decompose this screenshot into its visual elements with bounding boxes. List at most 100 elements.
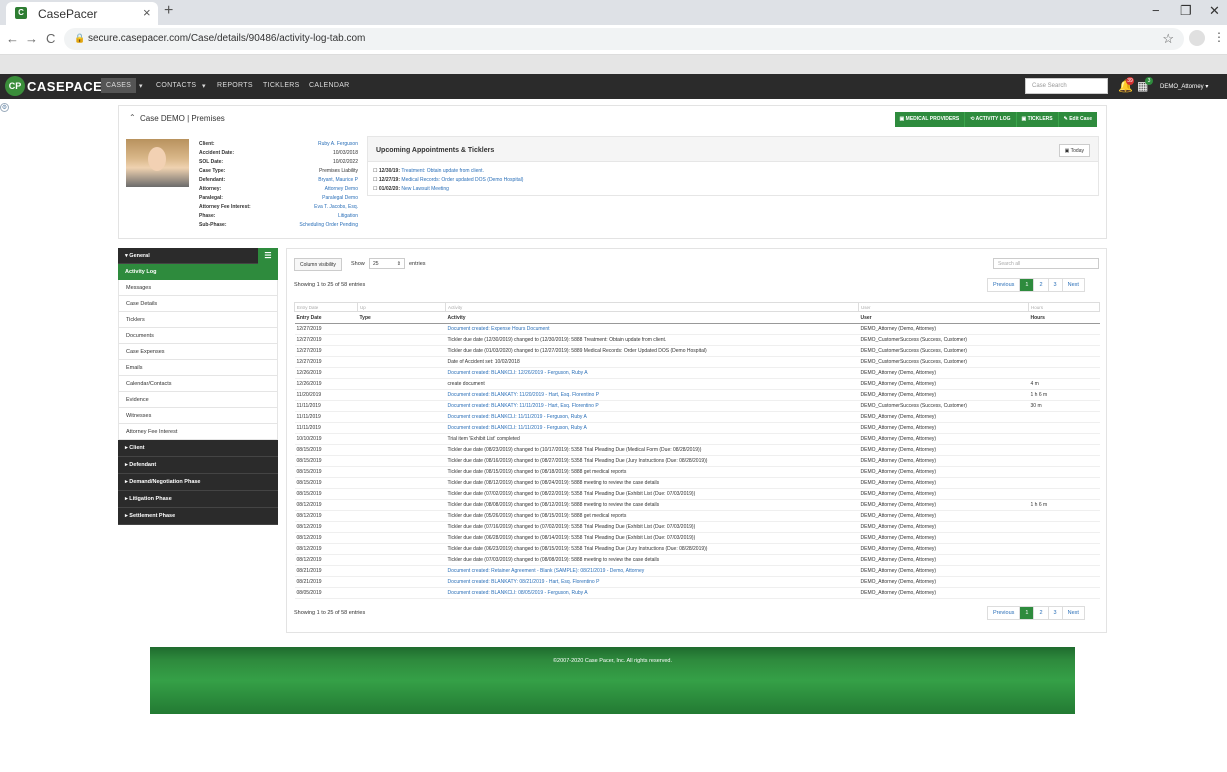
sidebar-section-litigation-phase[interactable]: ▸ Litigation Phase <box>118 491 278 508</box>
nav-cases[interactable]: CASES <box>101 78 137 93</box>
checkbox-icon[interactable]: ☐ <box>373 186 377 192</box>
page-3-button[interactable]: 3 <box>1049 607 1063 619</box>
nav-ticklers[interactable]: TICKLERS <box>263 82 300 89</box>
sidebar-item-documents[interactable]: Documents <box>118 328 278 344</box>
medical-providers-button[interactable]: ▣ MEDICAL PROVIDERS <box>895 112 966 127</box>
field-value[interactable]: Paralegal Demo <box>238 195 358 201</box>
maximize-icon[interactable]: ❐ <box>1180 3 1192 19</box>
back-icon[interactable]: ← <box>6 31 19 46</box>
sidebar-item-attorney-fee-interest[interactable]: Attorney Fee Interest <box>118 424 278 440</box>
activity-cell[interactable]: Document created: BLANKCLI: 08/05/2019 -… <box>445 587 859 599</box>
filter-entry-date-input[interactable]: Entry Date <box>294 302 358 312</box>
sidebar-item-messages[interactable]: Messages <box>118 280 278 296</box>
ticklers-button[interactable]: ▣ TICKLERS <box>1017 112 1059 127</box>
table-row: 08/12/2019 Tickler due date (08/08/2019) … <box>294 499 1100 511</box>
bookmark-star-icon[interactable]: ☆ <box>1162 31 1174 47</box>
page-2-button[interactable]: 2 <box>1034 279 1049 291</box>
filter-hours-input[interactable]: Hours <box>1028 302 1100 312</box>
sidebar-item-case-details[interactable]: Case Details <box>118 296 278 312</box>
collapse-chevron-icon[interactable]: ⌃ <box>129 113 136 122</box>
search-all-input[interactable]: Search all <box>993 258 1099 269</box>
sidebar-section-client[interactable]: ▸ Client <box>118 440 278 457</box>
appointment-item[interactable]: ☐ 12/30/19: Treatment: Obtain update fro… <box>373 168 484 174</box>
sidebar-section-general[interactable]: ▾ General ☰ <box>118 248 278 264</box>
next-page-button[interactable]: Next <box>1063 607 1084 619</box>
column-visibility-button[interactable]: Column visibility <box>294 258 342 271</box>
sidebar-item-emails[interactable]: Emails <box>118 360 278 376</box>
col-activity[interactable]: Activity <box>445 311 859 324</box>
previous-page-button[interactable]: Previous <box>988 607 1021 619</box>
close-window-icon[interactable]: ✕ <box>1209 3 1220 19</box>
activity-cell[interactable]: Document created: BLANKCLI: 12/26/2019 -… <box>445 367 859 379</box>
sidebar-item-calendar-contacts[interactable]: Calendar/Contacts <box>118 376 278 392</box>
page-1-button[interactable]: 1 <box>1020 279 1035 291</box>
nav-cases-dropdown-icon[interactable]: ▾ <box>139 82 143 90</box>
page-3-button[interactable]: 3 <box>1049 279 1063 291</box>
activity-cell[interactable]: Document created: BLANKATY: 11/20/2019 -… <box>445 389 859 401</box>
appointment-text[interactable]: Medical Records: Order updated DOS (Demo… <box>401 177 523 183</box>
appointment-item[interactable]: ☐ 12/27/19: Medical Records: Order updat… <box>373 177 523 183</box>
activity-cell[interactable]: Document created: BLANKCLI: 11/11/2019 -… <box>445 422 859 434</box>
page-1-button[interactable]: 1 <box>1020 607 1035 619</box>
sidebar-section-settlement-phase[interactable]: ▸ Settlement Phase <box>118 508 278 525</box>
field-value[interactable]: Litigation <box>238 213 358 219</box>
sidebar-item-ticklers[interactable]: Ticklers <box>118 312 278 328</box>
col-entry-date[interactable]: Entry Date <box>294 311 358 324</box>
edit-case-button[interactable]: ✎ Edit Case <box>1059 112 1097 127</box>
tab-close-icon[interactable]: × <box>143 5 151 20</box>
appointment-text[interactable]: New Lawsuit Meeting <box>401 186 449 192</box>
reload-icon[interactable]: C <box>46 31 55 46</box>
activity-cell[interactable]: Document created: Retainer Agreement - B… <box>445 565 859 577</box>
activity-cell[interactable]: Document created: Expense Hours Document <box>445 323 859 335</box>
appointment-text[interactable]: Treatment: Obtain update from client. <box>401 168 484 174</box>
checkbox-icon[interactable]: ☐ <box>373 177 377 183</box>
col-hours[interactable]: Hours <box>1028 311 1100 324</box>
sidebar-item-evidence[interactable]: Evidence <box>118 392 278 408</box>
profile-avatar[interactable] <box>1189 30 1205 46</box>
hours-cell <box>1028 345 1100 357</box>
url-text[interactable]: secure.casepacer.com/Case/details/90486/… <box>88 33 365 44</box>
casepacer-logo-icon[interactable]: CP <box>5 76 25 96</box>
activity-cell[interactable]: Document created: BLANKATY: 08/21/2019 -… <box>445 576 859 588</box>
field-value[interactable]: Scheduling Order Pending <box>238 222 358 228</box>
new-tab-icon[interactable]: + <box>164 2 173 20</box>
col-user[interactable]: User <box>858 311 1029 324</box>
activity-cell[interactable]: Document created: BLANKCLI: 11/11/2019 -… <box>445 411 859 423</box>
address-bar[interactable]: 🔒 secure.casepacer.com/Case/details/9048… <box>64 28 1184 50</box>
field-value[interactable]: Attorney Demo <box>238 186 358 192</box>
filter-activity-input[interactable]: Activity <box>445 302 859 312</box>
previous-page-button[interactable]: Previous <box>988 279 1021 291</box>
settings-gear-icon[interactable]: ⚙ <box>0 103 9 112</box>
nav-calendar[interactable]: CALENDAR <box>309 82 350 89</box>
sidebar-toggle-icon[interactable]: ☰ <box>258 248 278 264</box>
sidebar-item-activity-log[interactable]: Activity Log <box>118 264 278 280</box>
field-value[interactable]: Ruby A. Ferguson <box>238 141 358 147</box>
nav-reports[interactable]: REPORTS <box>217 82 253 89</box>
sidebar-section-defendant[interactable]: ▸ Defendant <box>118 457 278 474</box>
field-value[interactable]: Eva T. Jacobs, Esq. <box>238 204 358 210</box>
browser-tab[interactable]: C CasePacer × <box>6 2 158 25</box>
col-type[interactable]: Type <box>357 311 446 324</box>
nav-contacts[interactable]: CONTACTS <box>156 82 196 89</box>
browser-menu-icon[interactable]: ⋮ <box>1213 30 1225 44</box>
sidebar-item-case-expenses[interactable]: Case Expenses <box>118 344 278 360</box>
page-size-select[interactable]: 25 ⇕ <box>369 258 405 269</box>
filter-user-input[interactable]: User <box>858 302 1029 312</box>
user-menu[interactable]: DEMO_Attorney ▾ <box>1160 83 1208 90</box>
forward-icon[interactable]: → <box>25 31 38 46</box>
logo-text[interactable]: CASEPACER <box>27 79 112 94</box>
sidebar-item-witnesses[interactable]: Witnesses <box>118 408 278 424</box>
appointment-item[interactable]: ☐ 01/02/20: New Lawsuit Meeting <box>373 186 449 192</box>
activity-log-button[interactable]: ⟲ ACTIVITY LOG <box>965 112 1017 127</box>
today-button[interactable]: ▣ Today <box>1058 144 1090 157</box>
activity-cell[interactable]: Document created: BLANKATY: 11/11/2019 -… <box>445 400 859 412</box>
next-page-button[interactable]: Next <box>1063 279 1084 291</box>
sidebar-section-demand-negotiation-phase[interactable]: ▸ Demand/Negotiation Phase <box>118 474 278 491</box>
case-search-input[interactable]: Case Search <box>1025 78 1108 94</box>
field-value[interactable]: Bryant, Maurice P <box>238 177 358 183</box>
minimize-icon[interactable]: − <box>1152 3 1160 18</box>
page-2-button[interactable]: 2 <box>1034 607 1049 619</box>
checkbox-icon[interactable]: ☐ <box>373 168 377 174</box>
filter-type-input[interactable]: Up <box>357 302 446 312</box>
nav-contacts-dropdown-icon[interactable]: ▾ <box>202 82 206 90</box>
